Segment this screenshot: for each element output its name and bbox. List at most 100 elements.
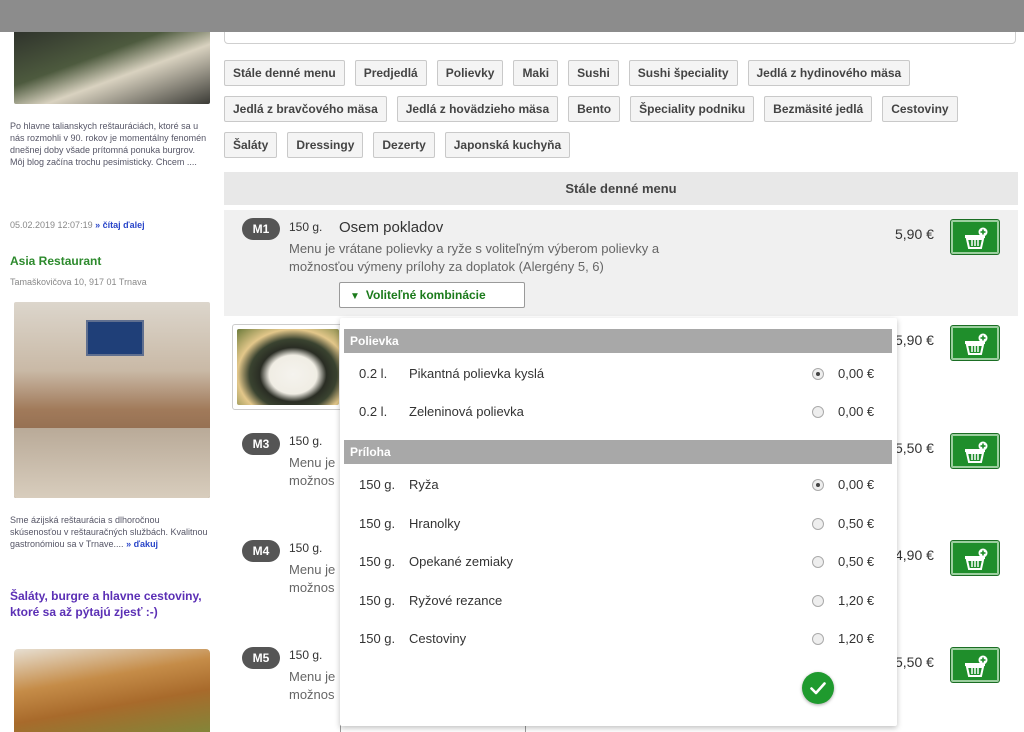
category-japonska[interactable]: Japonská kuchyňa	[444, 132, 571, 158]
item-price: 4,90 €	[895, 547, 934, 563]
category-dezerty[interactable]: Dezerty	[373, 132, 435, 158]
item-name: Osem pokladov	[339, 219, 444, 236]
option-priloha-3[interactable]: 150 g. Opekané zemiaky 0,50 €	[344, 543, 892, 581]
option-name: Cestoviny	[409, 631, 467, 646]
category-hovadzie[interactable]: Jedlá z hovädzieho mäsa	[396, 96, 559, 122]
option-price: 0,50 €	[838, 516, 875, 531]
option-weight: 150 g.	[359, 477, 396, 492]
option-name: Ryžové rezance	[409, 593, 503, 608]
blog-meta: 05.02.2019 12:07:19 » čítaj ďalej	[10, 220, 145, 230]
read-more-link[interactable]: » čítaj ďalej	[95, 220, 145, 230]
combo-options-panel: Polievka 0.2 l. Pikantná polievka kyslá …	[340, 318, 897, 726]
triangle-down-icon: ▼	[350, 291, 360, 302]
option-weight: 150 g.	[359, 593, 396, 608]
option-price: 1,20 €	[838, 593, 875, 608]
category-maki[interactable]: Maki	[513, 60, 559, 86]
option-radio[interactable]	[812, 518, 824, 530]
wall-painting	[86, 320, 144, 356]
option-name: Zeleninová polievka	[409, 404, 524, 419]
option-radio[interactable]	[812, 368, 824, 380]
category-sushi[interactable]: Sushi	[568, 60, 619, 86]
category-sushi-speciality[interactable]: Sushi špeciality	[628, 60, 738, 86]
option-price: 0,50 €	[838, 554, 875, 569]
restaurant-address: Tamaškovičova 10, 917 01 Trnava	[10, 277, 147, 287]
basket-plus-icon	[965, 548, 988, 570]
add-to-cart-button[interactable]	[951, 326, 999, 360]
restaurant-name[interactable]: Asia Restaurant	[10, 254, 101, 268]
add-to-cart-button[interactable]	[951, 541, 999, 575]
group-header-priloha: Príloha	[344, 440, 892, 464]
restaurant-image[interactable]	[14, 302, 210, 498]
option-weight: 150 g.	[359, 516, 396, 531]
combo-toggle-button[interactable]: ▼ Voliteľné kombinácie	[339, 282, 525, 308]
option-priloha-5[interactable]: 150 g. Cestoviny 1,20 €	[344, 620, 892, 658]
category-predjedla[interactable]: Predjedlá	[354, 60, 427, 86]
option-price: 0,00 €	[838, 366, 875, 381]
item-description: Menu je vrátane polievky a ryže s volite…	[289, 241, 660, 274]
item-price: 5,50 €	[895, 440, 934, 456]
restaurant-more-link[interactable]: » ďakuj	[126, 539, 158, 549]
option-priloha-2[interactable]: 150 g. Hranolky 0,50 €	[344, 505, 892, 543]
item-weight: 150 g.	[289, 648, 323, 662]
option-radio[interactable]	[812, 556, 824, 568]
option-radio[interactable]	[812, 479, 824, 491]
option-price: 0,00 €	[838, 477, 875, 492]
burger-image[interactable]	[14, 649, 210, 732]
item-code-badge: M1	[242, 218, 280, 240]
option-priloha-1[interactable]: 150 g. Ryža 0,00 €	[344, 466, 892, 504]
combo-label: Voliteľné kombinácie	[365, 288, 486, 302]
item-weight: 150 g.	[289, 220, 323, 234]
item-price: 5,90 €	[895, 332, 934, 348]
blog-date: 05.02.2019 12:07:19	[10, 220, 93, 230]
item-weight: 150 g.	[289, 434, 323, 448]
item-price: 5,50 €	[895, 654, 934, 670]
option-polievka-1[interactable]: 0.2 l. Pikantná polievka kyslá 0,00 €	[344, 355, 892, 393]
option-weight: 150 g.	[359, 631, 396, 646]
top-bar	[0, 0, 1024, 32]
category-salaty[interactable]: Šaláty	[224, 132, 278, 158]
left-sidebar: Po hlavne talianskych reštauráciách, kto…	[0, 32, 216, 732]
option-weight: 0.2 l.	[359, 404, 388, 419]
confirm-button[interactable]	[802, 672, 834, 704]
page: Po hlavne talianskych reštauráciách, kto…	[0, 0, 1024, 732]
option-name: Pikantná polievka kyslá	[409, 366, 545, 381]
category-bravcove[interactable]: Jedlá z bravčového mäsa	[224, 96, 387, 122]
option-radio[interactable]	[812, 406, 824, 418]
category-stale-denne-menu[interactable]: Stále denné menu	[224, 60, 345, 86]
add-to-cart-button[interactable]	[951, 648, 999, 682]
option-name: Ryža	[409, 477, 439, 492]
add-to-cart-button[interactable]	[951, 220, 999, 254]
restaurant-excerpt-text: Sme ázijská reštaurácia s dlhoročnou skú…	[10, 515, 208, 549]
category-speciality-podniku[interactable]: Špeciality podniku	[630, 96, 755, 122]
item-code-badge: M5	[242, 647, 280, 669]
blog-image[interactable]	[14, 32, 210, 104]
item-price: 5,90 €	[895, 226, 934, 242]
option-name: Hranolky	[409, 516, 461, 531]
category-bento[interactable]: Bento	[568, 96, 621, 122]
option-name: Opekané zemiaky	[409, 554, 514, 569]
add-to-cart-button[interactable]	[951, 434, 999, 468]
option-weight: 150 g.	[359, 554, 396, 569]
category-hydinove[interactable]: Jedlá z hydinového mäsa	[747, 60, 911, 86]
option-priloha-4[interactable]: 150 g. Ryžové rezance 1,20 €	[344, 582, 892, 620]
search-input[interactable]	[224, 32, 1016, 44]
category-bezmasite[interactable]: Bezmäsité jedlá	[764, 96, 873, 122]
category-polievky[interactable]: Polievky	[436, 60, 504, 86]
basket-plus-icon	[965, 227, 988, 249]
option-radio[interactable]	[812, 595, 824, 607]
section-title: Stále denné menu	[224, 172, 1018, 205]
option-radio[interactable]	[812, 633, 824, 645]
option-polievka-2[interactable]: 0.2 l. Zeleninová polievka 0,00 €	[344, 393, 892, 431]
restaurant-excerpt: Sme ázijská reštaurácia s dlhoročnou skú…	[10, 514, 210, 550]
option-weight: 0.2 l.	[359, 366, 388, 381]
blog-headline[interactable]: Šaláty, burgre a hlavne cestoviny, ktoré…	[10, 588, 210, 620]
basket-plus-icon	[965, 333, 988, 355]
category-cestoviny[interactable]: Cestoviny	[882, 96, 958, 122]
category-dressingy[interactable]: Dressingy	[287, 132, 364, 158]
item-code-badge: M4	[242, 540, 280, 562]
check-icon	[810, 682, 826, 695]
item-image[interactable]	[232, 324, 344, 410]
option-price: 0,00 €	[838, 404, 875, 419]
basket-plus-icon	[965, 655, 988, 677]
category-filters: Stále denné menu Predjedlá Polievky Maki…	[224, 60, 1016, 168]
